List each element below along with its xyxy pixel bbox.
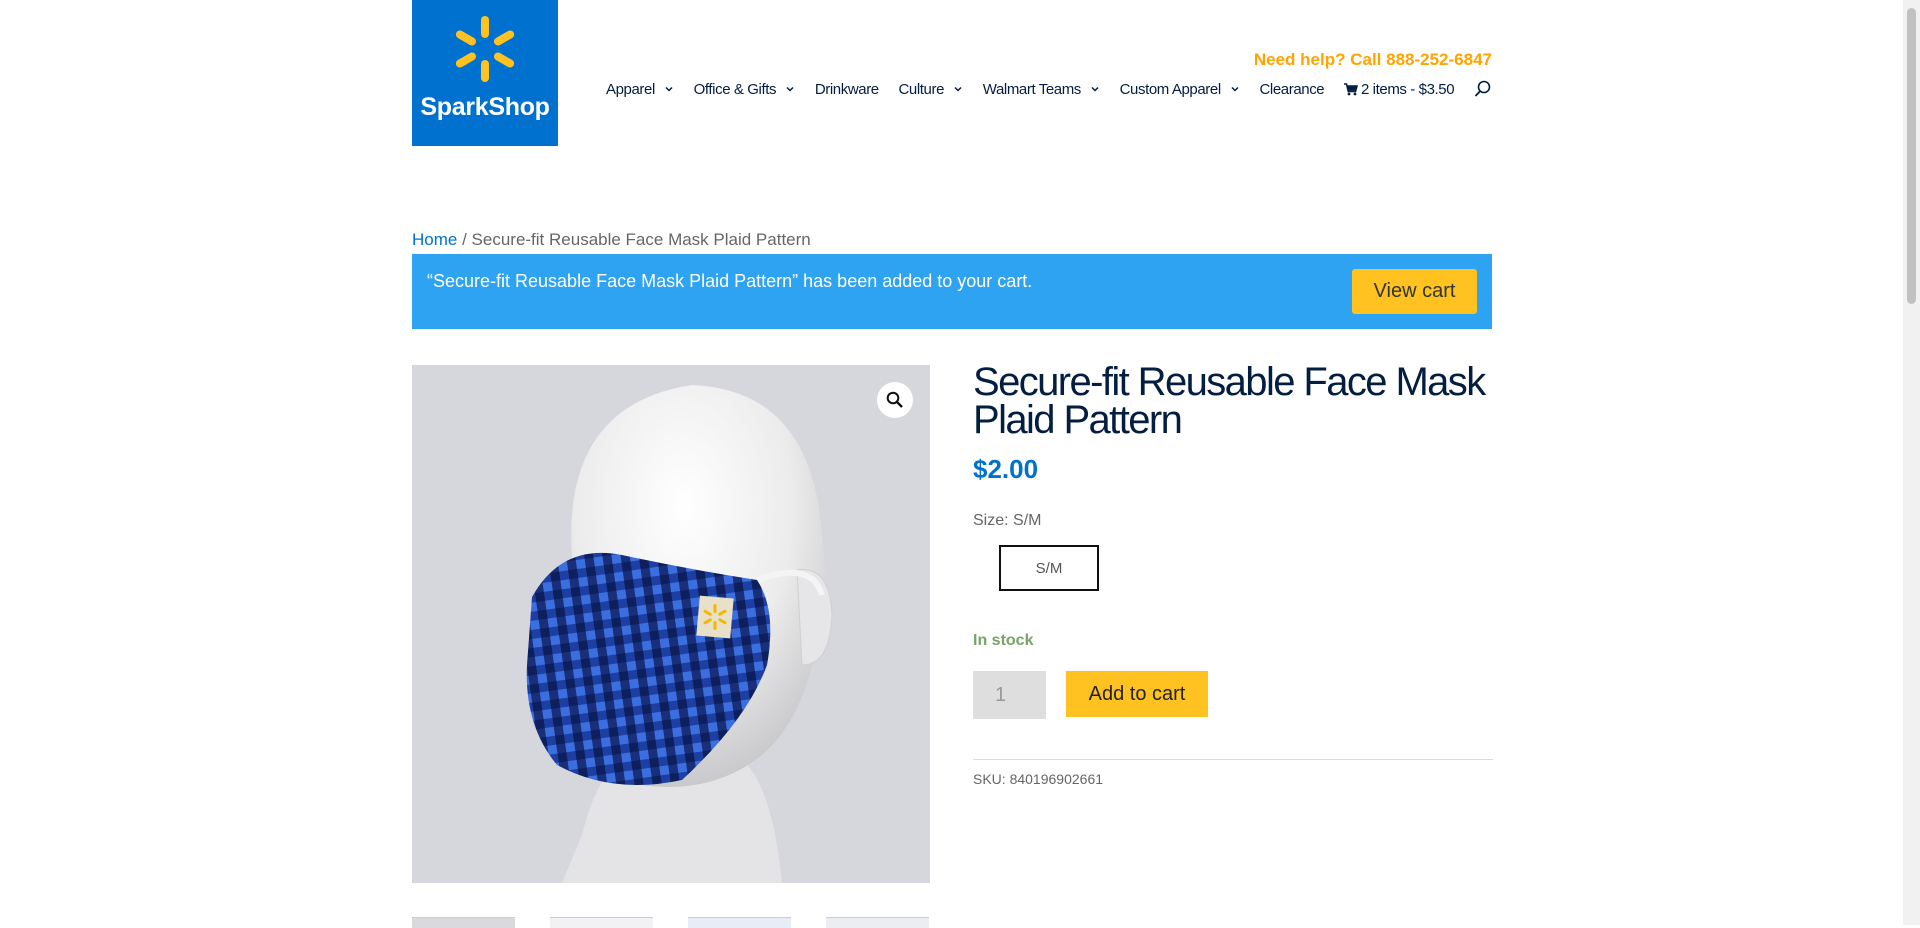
chevron-down-icon [954,86,962,92]
product-image[interactable] [412,365,930,883]
thumbnail[interactable] [688,917,791,928]
breadcrumb: Home / Secure-fit Reusable Face Mask Pla… [412,230,811,250]
brand-name: SparkShop [420,93,550,121]
nav-item-culture[interactable]: Culture [898,81,963,98]
cart-link[interactable]: 2 items - $3.50 [1343,80,1455,98]
product-sku: SKU: 840196902661 [973,771,1103,787]
thumbnail[interactable] [550,917,653,928]
search-button[interactable] [1474,80,1492,98]
page-scrollbar[interactable] [1903,0,1920,925]
breadcrumb-home-link[interactable]: Home [412,230,457,249]
sparkshop-logo[interactable]: SparkShop [412,0,558,146]
size-label: Size: S/M [973,512,1042,529]
stock-status: In stock [973,632,1034,649]
nav-item-custom-apparel[interactable]: Custom Apparel [1120,81,1240,98]
sku-value: 840196902661 [1009,771,1104,787]
mask-on-mannequin-image [526,385,833,883]
nav-item-apparel[interactable]: Apparel [606,81,674,98]
breadcrumb-separator: / [457,230,472,249]
sku-label: SKU: [973,771,1006,787]
nav-item-drinkware[interactable]: Drinkware [815,81,879,98]
nav-label: Clearance [1259,80,1325,98]
scrollbar-thumb[interactable] [1907,8,1916,304]
thumbnail[interactable] [826,917,929,928]
view-cart-button[interactable]: View cart [1352,269,1477,314]
size-option-sm[interactable]: S/M [999,545,1099,591]
cart-icon [1343,82,1358,95]
nav-item-office-gifts[interactable]: Office & Gifts [694,81,795,98]
nav-item-clearance[interactable]: Clearance [1259,81,1324,98]
chevron-down-icon [1091,86,1099,92]
nav-label: Walmart Teams [982,80,1082,98]
zoom-icon [886,391,903,408]
nav-label: Apparel [606,80,655,98]
divider [973,759,1493,760]
cart-notice: “Secure-fit Reusable Face Mask Plaid Pat… [412,254,1492,329]
help-phone[interactable]: Need help? Call 888-252-6847 [1254,50,1492,70]
product-price: $2.00 [973,454,1039,484]
cart-summary: 2 items - $3.50 [1360,80,1455,98]
add-to-cart-button[interactable]: Add to cart [1066,671,1208,717]
product-title: Secure-fit Reusable Face Mask Plaid Patt… [973,360,1486,442]
nav-label: Office & Gifts [693,80,777,98]
main-nav: Apparel Office & Gifts Drinkware Culture… [606,80,1492,98]
nav-label: Custom Apparel [1119,80,1222,98]
chevron-down-icon [786,86,794,92]
chevron-down-icon [1231,86,1239,92]
nav-label: Culture [898,80,945,98]
nav-label: Drinkware [814,80,879,98]
spark-logo-icon [455,16,515,82]
chevron-down-icon [665,86,673,92]
zoom-button[interactable] [877,382,913,418]
search-icon [1474,80,1491,97]
cart-notice-message: “Secure-fit Reusable Face Mask Plaid Pat… [427,271,1033,291]
nav-item-walmart-teams[interactable]: Walmart Teams [983,81,1100,98]
quantity-input[interactable] [973,671,1046,719]
thumbnail[interactable] [412,917,515,928]
breadcrumb-current: Secure-fit Reusable Face Mask Plaid Patt… [471,230,811,249]
